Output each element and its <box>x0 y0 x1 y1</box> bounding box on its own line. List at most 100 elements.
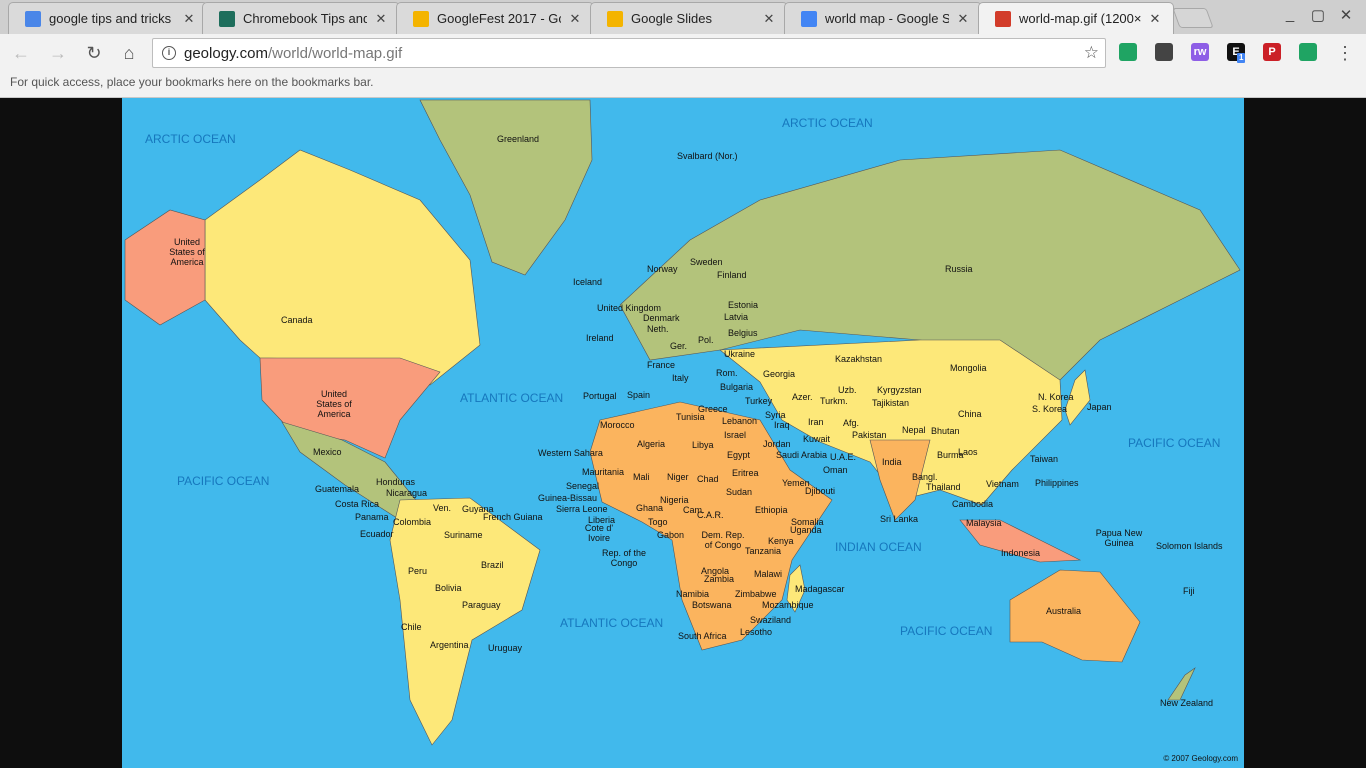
country-label: French Guiana <box>483 512 543 522</box>
map-copyright: © 2007 Geology.com <box>1163 754 1238 763</box>
close-window-button[interactable]: ✕ <box>1336 6 1356 24</box>
menu-icon[interactable]: ⋮ <box>1334 43 1356 64</box>
close-tab-icon[interactable]: ✕ <box>955 11 971 27</box>
country-label: Sweden <box>690 257 723 267</box>
country-label: Tajikistan <box>872 398 910 408</box>
tab-title: google tips and tricks - G <box>49 11 175 26</box>
country-label: Uruguay <box>488 643 523 653</box>
country-label: Afg. <box>843 418 860 428</box>
pinterest-extension-icon[interactable]: P <box>1263 43 1281 61</box>
country-label: Denmark <box>643 313 680 323</box>
country-label: Uzb. <box>838 385 857 395</box>
country-label: Zimbabwe <box>735 589 777 599</box>
country-label: Oman <box>823 465 848 475</box>
country-label: Malaysia <box>966 518 1002 528</box>
home-button[interactable]: ⌂ <box>118 43 140 64</box>
tab-title: Chromebook Tips and T <box>243 11 367 26</box>
country-label: Norway <box>647 264 678 274</box>
new-tab-button[interactable] <box>1172 8 1214 28</box>
country-label: Paraguay <box>462 600 501 610</box>
country-label: Peru <box>408 566 428 576</box>
google-icon <box>801 10 817 27</box>
extension-glyph: rw <box>1193 46 1207 58</box>
country-label: Iceland <box>573 277 603 287</box>
tab-strip: google tips and tricks - G✕Chromebook Ti… <box>0 0 1366 34</box>
close-tab-icon[interactable]: ✕ <box>761 11 777 27</box>
country-label: Georgia <box>763 369 796 379</box>
country-label: China <box>958 409 982 419</box>
country-label: Greenland <box>497 134 540 144</box>
country-label: Egypt <box>727 450 751 460</box>
country-label: Chad <box>697 474 719 484</box>
close-tab-icon[interactable]: ✕ <box>1147 11 1163 27</box>
address-bar[interactable]: i geology.com/world/world-map.gif ☆ <box>152 38 1106 68</box>
country-label: Lebanon <box>722 416 758 426</box>
country-label: Mexico <box>313 447 342 457</box>
extension-glyph: P <box>1268 46 1276 58</box>
country-label: Guinea-Bissau <box>538 493 598 503</box>
google-drive-extension-icon[interactable] <box>1119 43 1137 61</box>
info-icon[interactable]: i <box>162 46 176 60</box>
country-label: Botswana <box>692 600 732 610</box>
back-button[interactable]: ← <box>10 43 32 64</box>
close-tab-icon[interactable]: ✕ <box>181 11 197 27</box>
new-zealand <box>1167 667 1196 701</box>
country-label: Zambia <box>704 574 735 584</box>
country-label: Svalbard (Nor.) <box>677 151 738 161</box>
country-label: U.A.E. <box>830 452 857 462</box>
minimize-button[interactable]: _ <box>1280 6 1300 23</box>
country-label: Spain <box>627 390 651 400</box>
country-label: Latvia <box>724 312 749 322</box>
tab[interactable]: Google Slides ✕ <box>590 2 788 34</box>
country-label: N. Korea <box>1038 392 1074 402</box>
country-label: Belgius <box>728 328 758 338</box>
country-label: Swaziland <box>750 615 792 625</box>
country-label: Pol. <box>698 335 714 345</box>
country-label: Syria <box>765 410 786 420</box>
canada <box>204 149 481 386</box>
country-label: Japan <box>1087 402 1112 412</box>
country-label: Libya <box>692 440 714 450</box>
cast-extension-icon[interactable] <box>1299 43 1317 61</box>
bookmarks-bar: For quick access, place your bookmarks h… <box>0 72 1366 98</box>
country-label: Saudi Arabia <box>776 450 828 460</box>
tab[interactable]: Chromebook Tips and T ✕ <box>202 2 400 34</box>
country-label: Solomon Islands <box>1156 541 1223 551</box>
ocean-label: ARCTIC OCEAN <box>145 132 236 146</box>
country-label: New Zealand <box>1160 698 1214 708</box>
close-tab-icon[interactable]: ✕ <box>567 11 583 27</box>
country-label: Russia <box>945 264 973 274</box>
url-host: geology.com <box>184 44 268 62</box>
country-label: United Kingdom <box>597 303 662 313</box>
tab[interactable]: world map - Google Sear ✕ <box>784 2 982 34</box>
country-label: Pakistan <box>852 430 887 440</box>
url-path: /world/world-map.gif <box>267 44 403 62</box>
country-label: Nepal <box>902 425 926 435</box>
read-write-extension-icon[interactable]: rw <box>1191 43 1209 61</box>
country-label: S. Korea <box>1032 404 1068 414</box>
country-label: Portugal <box>583 391 617 401</box>
close-tab-icon[interactable]: ✕ <box>373 11 389 27</box>
extension-e-extension-icon[interactable]: E1 <box>1227 43 1246 63</box>
reload-button[interactable]: ↻ <box>83 43 105 64</box>
country-label: Bolivia <box>435 583 462 593</box>
tab[interactable]: google tips and tricks - G ✕ <box>8 2 208 34</box>
maximize-button[interactable]: ▢ <box>1308 6 1328 24</box>
country-label: South Africa <box>678 631 727 641</box>
forward-button[interactable]: → <box>47 43 69 64</box>
country-label: Suriname <box>444 530 483 540</box>
country-label: Fiji <box>1183 586 1195 596</box>
country-label: Bulgaria <box>720 382 754 392</box>
webcam-extension-icon[interactable] <box>1155 43 1173 61</box>
country-label: United States of America <box>169 237 205 267</box>
country-label: Finland <box>717 270 747 280</box>
tab[interactable]: GoogleFest 2017 - Goog ✕ <box>396 2 594 34</box>
docs-icon <box>25 10 41 27</box>
country-label: Colombia <box>393 517 432 527</box>
bookmark-star-icon[interactable]: ☆ <box>1084 43 1099 63</box>
ocean-label: INDIAN OCEAN <box>835 540 922 554</box>
country-label: Bangl. <box>912 472 938 482</box>
country-label: United States of America <box>316 389 352 419</box>
tab[interactable]: world-map.gif (1200×71 ✕ <box>978 2 1174 34</box>
country-label: Kyrgyzstan <box>877 385 922 395</box>
